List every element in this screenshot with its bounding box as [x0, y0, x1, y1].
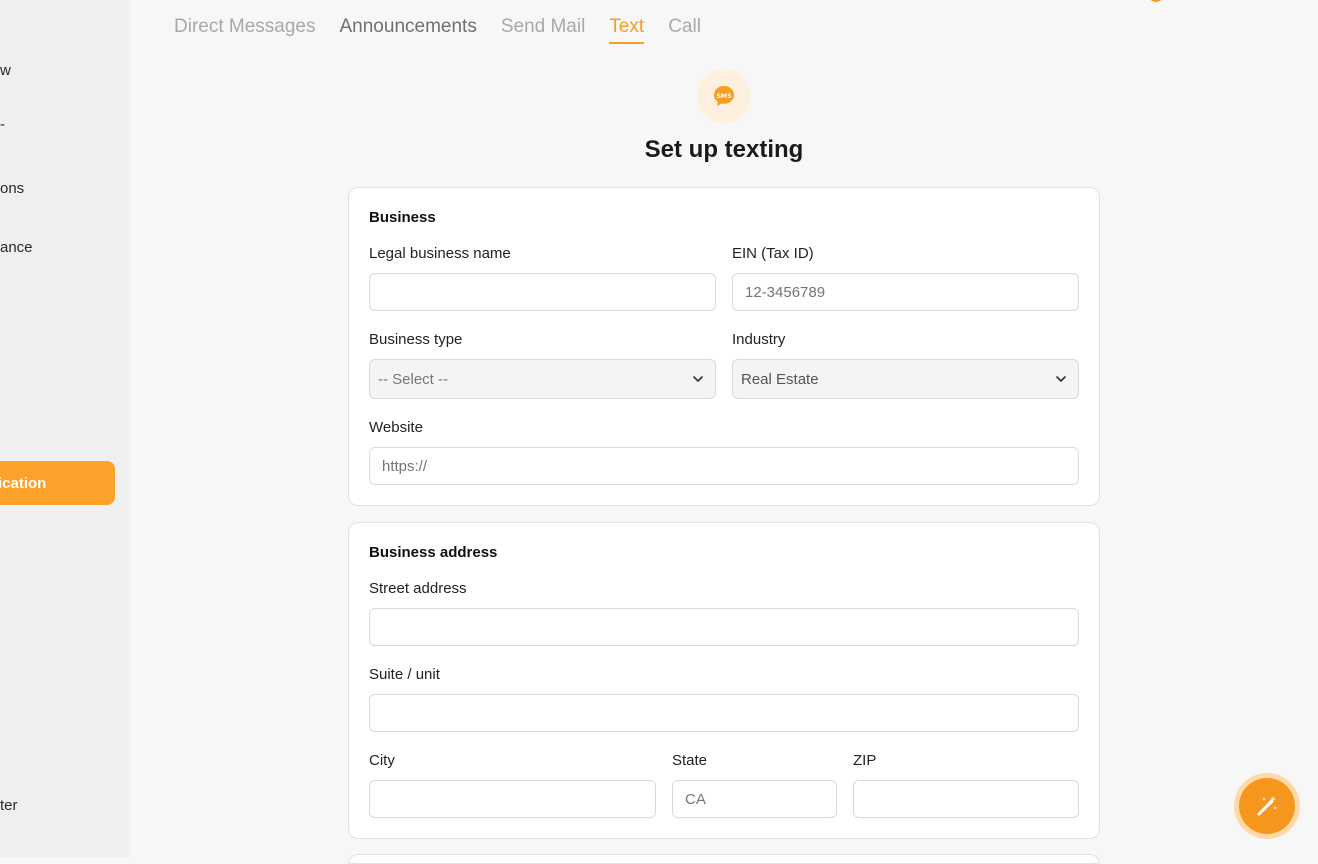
- tab-direct-messages[interactable]: Direct Messages: [174, 16, 316, 44]
- chevron-down-icon: [693, 376, 703, 383]
- next-card-edge: [348, 854, 1100, 864]
- sidebar-item-label: ication: [0, 474, 47, 492]
- street-address-input[interactable]: [382, 618, 1078, 636]
- zip-label: ZIP: [853, 752, 877, 769]
- industry-value: Real Estate: [741, 370, 819, 388]
- magic-wand-icon: [1257, 796, 1277, 816]
- communication-tabs: Direct Messages Announcements Send Mail …: [174, 16, 701, 44]
- sidebar-item-2[interactable]: -: [0, 116, 5, 133]
- sidebar-item-overview[interactable]: w: [0, 62, 11, 79]
- suite-unit-input[interactable]: [382, 704, 1078, 722]
- suite-unit-label: Suite / unit: [369, 666, 440, 683]
- city-field[interactable]: [369, 780, 656, 818]
- city-input[interactable]: [382, 790, 655, 808]
- page-title: Set up texting: [644, 136, 804, 163]
- state-label: State: [672, 752, 708, 769]
- business-section-title: Business: [369, 209, 436, 226]
- sidebar-item-finance[interactable]: ance: [0, 239, 33, 256]
- tab-announcements[interactable]: Announcements: [340, 16, 477, 44]
- sms-badge: SMS: [697, 69, 751, 123]
- legal-business-name-field[interactable]: [369, 273, 716, 311]
- magic-assist-button[interactable]: [1234, 773, 1300, 839]
- suite-unit-field[interactable]: [369, 694, 1079, 732]
- magic-assist-button-inner[interactable]: [1239, 778, 1295, 834]
- ein-input[interactable]: [745, 283, 1078, 301]
- state-input[interactable]: [685, 790, 836, 808]
- ein-field[interactable]: [732, 273, 1079, 311]
- sidebar: w - ons ance ication ter: [0, 0, 130, 857]
- legal-business-name-label: Legal business name: [369, 245, 511, 262]
- website-label: Website: [369, 419, 423, 436]
- zip-input[interactable]: [866, 790, 1078, 808]
- zip-field[interactable]: [853, 780, 1079, 818]
- industry-label: Industry: [732, 331, 786, 348]
- legal-business-name-input[interactable]: [382, 283, 715, 301]
- sms-bubble-icon: SMS: [714, 86, 734, 106]
- business-type-label: Business type: [369, 331, 463, 348]
- website-input[interactable]: [382, 457, 1078, 475]
- street-address-field[interactable]: [369, 608, 1079, 646]
- tab-call[interactable]: Call: [668, 16, 701, 44]
- street-address-label: Street address: [369, 580, 467, 597]
- business-type-value: -- Select --: [378, 370, 449, 388]
- sidebar-item-transactions[interactable]: ons: [0, 180, 24, 197]
- tab-send-mail[interactable]: Send Mail: [501, 16, 586, 44]
- sms-badge-text: SMS: [716, 93, 731, 100]
- city-label: City: [369, 752, 395, 769]
- business-card: Business Legal business name EIN (Tax ID…: [348, 187, 1100, 506]
- notification-indicator: [1148, 0, 1164, 2]
- chevron-down-icon: [1056, 376, 1066, 383]
- sidebar-item-communication[interactable]: ication: [0, 461, 115, 505]
- website-field[interactable]: [369, 447, 1079, 485]
- ein-label: EIN (Tax ID): [732, 245, 814, 262]
- business-type-select[interactable]: -- Select --: [369, 359, 716, 399]
- business-address-section-title: Business address: [369, 544, 498, 561]
- business-address-card: Business address Street address Suite / …: [348, 522, 1100, 839]
- sidebar-item-help-center[interactable]: ter: [0, 797, 18, 814]
- state-field[interactable]: [672, 780, 837, 818]
- tab-text[interactable]: Text: [609, 16, 645, 44]
- industry-select[interactable]: Real Estate: [732, 359, 1079, 399]
